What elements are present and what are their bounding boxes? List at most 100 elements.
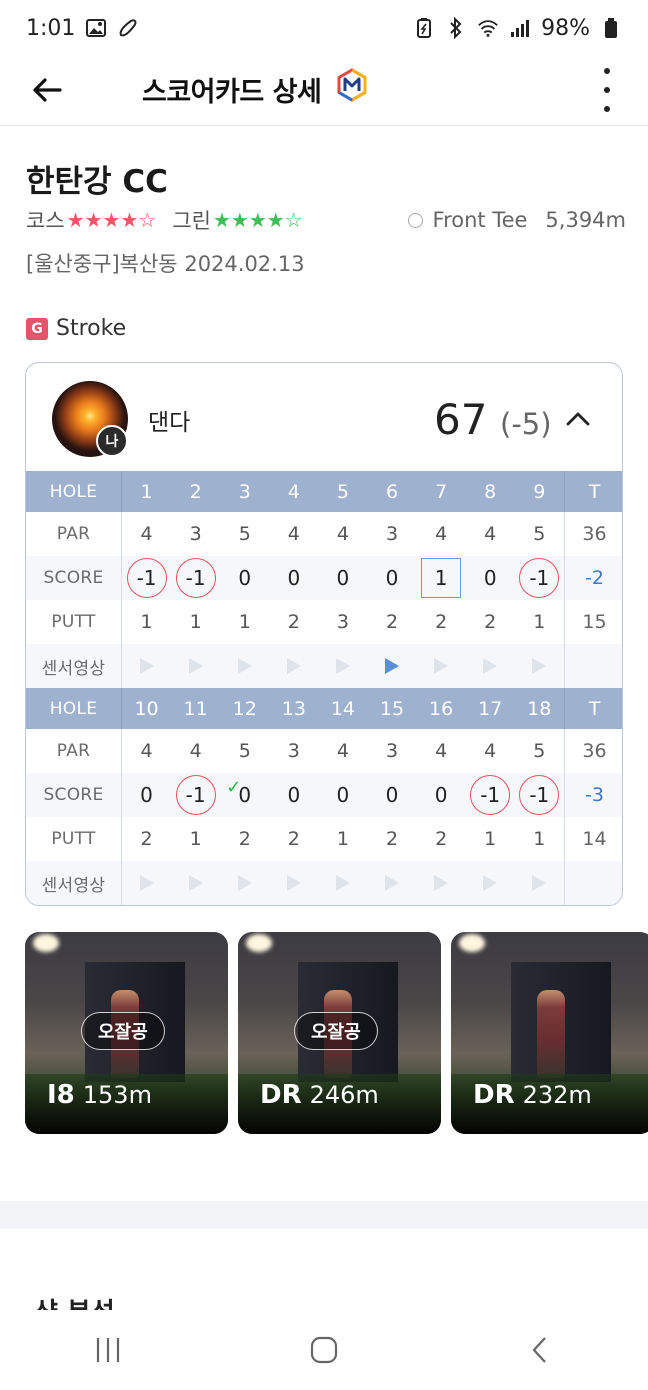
hole-label: HOLE	[26, 688, 122, 729]
par-cell: 3	[287, 740, 300, 762]
score-cell[interactable]: -1	[515, 556, 564, 600]
hole-label: HOLE	[26, 471, 122, 512]
par-cell: 3	[385, 523, 399, 545]
hole-row: HOLE 10 11 12 13 14 15 16 17 18 T	[26, 688, 622, 729]
back-nav-icon[interactable]	[510, 1320, 570, 1380]
shot-video-card[interactable]: DR 232m	[451, 932, 648, 1134]
battery-icon	[600, 17, 622, 39]
play-icon	[188, 658, 203, 674]
tee-info: Front Tee 5,394m	[407, 208, 626, 232]
par-cell: 4	[140, 740, 153, 762]
home-icon[interactable]	[294, 1320, 354, 1380]
video-cell[interactable]	[367, 644, 416, 688]
play-icon	[434, 658, 449, 674]
status-bar: 1:01 98%	[0, 0, 648, 56]
status-time: 1:01	[26, 15, 76, 41]
score-cell[interactable]: -1	[171, 556, 220, 600]
score-cell[interactable]: -1	[515, 773, 564, 817]
video-cell[interactable]	[417, 861, 466, 905]
par-cell: 4	[336, 523, 349, 545]
score-cell[interactable]: 1	[417, 556, 466, 600]
score-cell[interactable]: 0 ✓	[220, 773, 269, 817]
score-cell[interactable]: 0	[466, 556, 515, 600]
putt-cell: 1	[336, 828, 349, 850]
tee-color-icon	[407, 212, 423, 228]
par-total: 36	[564, 512, 622, 556]
score-cell[interactable]: 0	[269, 773, 318, 817]
app-bar: 스코어카드 상세	[0, 56, 648, 126]
video-cell[interactable]	[318, 644, 367, 688]
video-cell[interactable]	[269, 644, 318, 688]
score-cell[interactable]: 0	[318, 556, 367, 600]
hdr-cell: 2	[189, 480, 202, 503]
score-cell[interactable]: 0	[417, 773, 466, 817]
putt-cell: 2	[385, 611, 399, 633]
putt-cell: 1	[140, 611, 153, 633]
par-cell: 5	[238, 523, 251, 545]
video-cell[interactable]	[171, 644, 220, 688]
shoe-print-icon	[117, 17, 139, 39]
back-arrow-icon[interactable]	[28, 70, 68, 110]
video-cell[interactable]	[220, 861, 269, 905]
shot-info: DR 246m	[260, 1080, 379, 1110]
score-value: 0	[483, 566, 497, 590]
hdr-cell: 9	[533, 480, 546, 503]
recent-apps-icon[interactable]	[78, 1320, 138, 1380]
green-star-filled-icon: ★	[266, 208, 285, 232]
score-cell[interactable]: 0	[367, 556, 416, 600]
score-cell[interactable]: 0	[318, 773, 367, 817]
gallery-icon	[85, 17, 107, 39]
play-icon	[286, 658, 301, 674]
score-value: 0	[336, 566, 350, 590]
course-star-filled-icon: ★	[84, 208, 103, 232]
par-label: PAR	[26, 512, 122, 556]
score-cell[interactable]: 0	[220, 556, 269, 600]
holes-cells: 4 3 5 4 4 3 4 4 5	[122, 512, 564, 556]
video-cell[interactable]	[515, 861, 564, 905]
shot-video-card[interactable]: 오잘공 I8 153m	[25, 932, 228, 1134]
score-cell[interactable]: -1	[171, 773, 220, 817]
shot-tag-badge: 오잘공	[294, 1012, 378, 1050]
hdr-cell: 18	[527, 697, 552, 720]
score-cell[interactable]: 0	[367, 773, 416, 817]
score-cell[interactable]: -1	[122, 556, 171, 600]
shot-distance: 232m	[522, 1081, 592, 1109]
hdr-cell: 3	[238, 480, 251, 503]
tee-name: Front Tee	[432, 208, 528, 232]
video-cell[interactable]	[417, 644, 466, 688]
hole-row: HOLE 1 2 3 4 5 6 7 8 9 T	[26, 471, 622, 512]
score-value: 0	[140, 783, 153, 807]
putt-label: PUTT	[26, 600, 122, 644]
page-title: 스코어카드 상세	[142, 77, 322, 108]
total-over-par: (-5)	[500, 407, 552, 441]
par-cell: 4	[435, 523, 448, 545]
score-cell[interactable]: -1	[466, 773, 515, 817]
par-cell: 4	[435, 740, 448, 762]
video-cell[interactable]	[122, 644, 171, 688]
shot-thumbnail-light	[246, 934, 272, 952]
player-summary[interactable]: 나 댄다 67 (-5)	[26, 363, 622, 471]
shot-info: I8 153m	[47, 1080, 152, 1110]
more-options-icon[interactable]	[592, 66, 622, 114]
video-cell[interactable]	[466, 644, 515, 688]
video-cell[interactable]	[318, 861, 367, 905]
hdr-cell: 5	[336, 480, 349, 503]
video-cell[interactable]	[122, 861, 171, 905]
video-cell[interactable]	[367, 861, 416, 905]
video-cell[interactable]	[171, 861, 220, 905]
video-cell[interactable]	[220, 644, 269, 688]
score-cell[interactable]: 0	[269, 556, 318, 600]
video-cell[interactable]	[466, 861, 515, 905]
putt-cell: 2	[287, 611, 300, 633]
shot-info: DR 232m	[473, 1080, 592, 1110]
score-cell[interactable]: 0	[122, 773, 171, 817]
course-star-empty-icon: ☆	[138, 208, 157, 232]
shot-video-carousel[interactable]: 오잘공 I8 153m 오잘공 DR 246m DR 232m	[25, 932, 648, 1134]
video-cell[interactable]	[515, 644, 564, 688]
system-nav-bar	[0, 1310, 648, 1390]
chevron-up-icon[interactable]	[564, 405, 592, 433]
putt-cell: 2	[435, 828, 448, 850]
shot-video-card[interactable]: 오잘공 DR 246m	[238, 932, 441, 1134]
video-cell[interactable]	[269, 861, 318, 905]
holes-cells: 10 11 12 13 14 15 16 17 18	[122, 688, 564, 729]
